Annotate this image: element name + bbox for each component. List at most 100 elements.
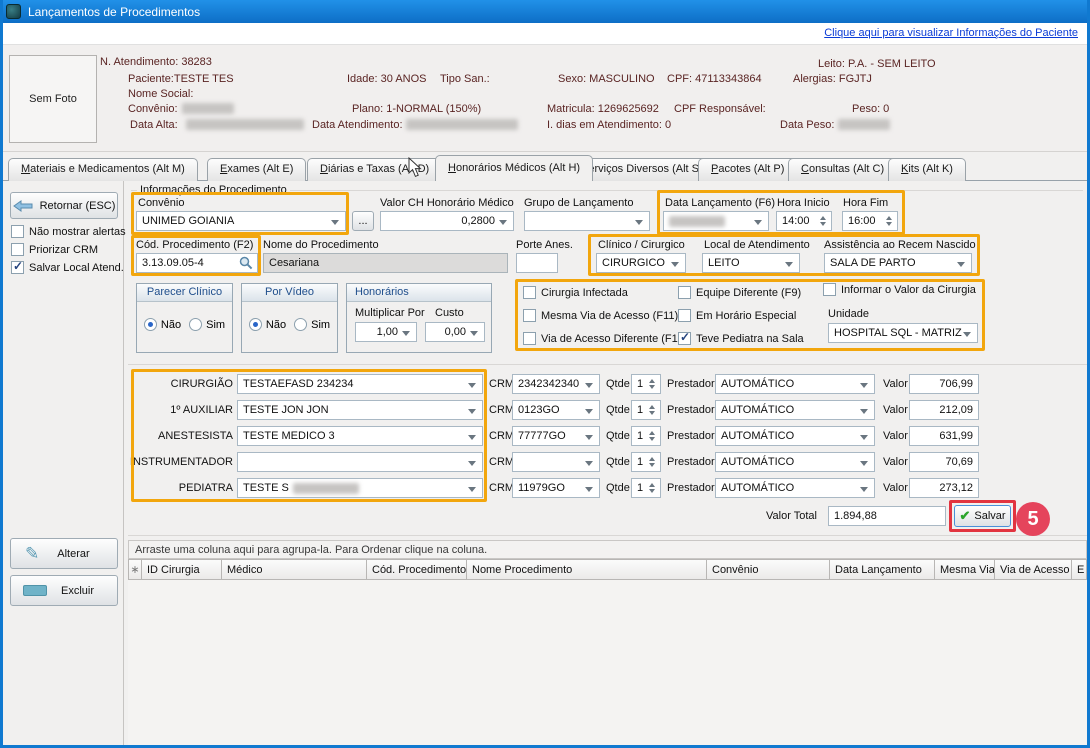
grid-header-row: ∗ ID Cirurgia Médico Cód. Procedimento N… bbox=[128, 559, 1087, 580]
cirurgiao-prestador-combo[interactable]: AUTOMÁTICO bbox=[715, 374, 875, 394]
valor-ch-label: Valor CH Honorário Médico bbox=[380, 197, 514, 209]
grid-corner-icon: ∗ bbox=[128, 559, 142, 580]
auxiliar-valor-field[interactable]: 212,09 bbox=[909, 400, 979, 420]
cirurgiao-combo[interactable]: TESTAEFASD 234234 bbox=[237, 374, 483, 394]
convenio-combo[interactable]: UNIMED GOIANIA bbox=[136, 211, 346, 231]
pediatra-prestador-combo[interactable]: AUTOMÁTICO bbox=[715, 478, 875, 498]
checkbox-priorizar-crm[interactable]: Priorizar CRM bbox=[11, 243, 98, 256]
checkbox-cirurgia-infectada[interactable]: Cirurgia Infectada bbox=[523, 286, 628, 299]
crm-label: CRM bbox=[489, 430, 514, 442]
checkbox-equipe-diferente[interactable]: Equipe Diferente (F9) bbox=[678, 286, 801, 299]
honorarios-title: Honorários bbox=[347, 284, 491, 302]
search-icon[interactable] bbox=[239, 256, 253, 270]
divider bbox=[128, 535, 1087, 536]
auxiliar-crm-combo[interactable]: 0123GO bbox=[512, 400, 600, 420]
anestesista-qtde-spinner[interactable]: 1 bbox=[631, 426, 661, 446]
hora-inicio-spinner[interactable]: 14:00 bbox=[776, 211, 832, 231]
qtde-label: Qtde bbox=[606, 430, 630, 442]
excluir-button[interactable]: Excluir bbox=[10, 575, 118, 606]
unidade-combo[interactable]: HOSPITAL SQL - MATRIZ bbox=[828, 323, 978, 343]
col-data-lancamento[interactable]: Data Lançamento bbox=[830, 559, 935, 580]
instrumentador-crm-combo[interactable] bbox=[512, 452, 600, 472]
col-mesma-via[interactable]: Mesma Via de Acesso bbox=[935, 559, 995, 580]
tab-kits[interactable]: Kits (Alt K) bbox=[888, 158, 966, 181]
retornar-button[interactable]: Retornar (ESC) bbox=[10, 192, 118, 219]
auxiliar-qtde-spinner[interactable]: 1 bbox=[631, 400, 661, 420]
checkbox-informar-valor-cirurgia[interactable]: Informar o Valor da Cirurgia bbox=[823, 283, 976, 296]
hora-fim-spinner[interactable]: 16:00 bbox=[842, 211, 898, 231]
salvar-button[interactable]: ✔ Salvar bbox=[954, 505, 1011, 527]
custo-field[interactable]: 0,00 bbox=[425, 322, 485, 342]
data-peso: Data Peso: bbox=[780, 119, 834, 131]
grupo-lancamento-combo[interactable] bbox=[524, 211, 650, 231]
checkbox-via-acesso-diferente[interactable]: Via de Acesso Diferente (F12) bbox=[523, 332, 688, 345]
pediatra-crm-combo[interactable]: 11979GO bbox=[512, 478, 600, 498]
instrumentador-combo[interactable] bbox=[237, 452, 483, 472]
plano: Plano: 1-NORMAL (150%) bbox=[352, 103, 481, 115]
group-title: Informações do Procedimento bbox=[137, 184, 290, 196]
video-sim-radio[interactable]: Sim bbox=[294, 318, 330, 331]
radio-icon bbox=[249, 318, 262, 331]
anestesista-crm-combo[interactable]: 77777GO bbox=[512, 426, 600, 446]
col-nome-procedimento[interactable]: Nome Procedimento bbox=[467, 559, 707, 580]
instrumentador-valor-field[interactable]: 70,69 bbox=[909, 452, 979, 472]
checkbox-em-horario-especial[interactable]: Em Horário Especial bbox=[678, 309, 796, 322]
auxiliar-prestador-combo[interactable]: AUTOMÁTICO bbox=[715, 400, 875, 420]
col-medico[interactable]: Médico bbox=[222, 559, 367, 580]
patient-info-link[interactable]: Clique aqui para visualizar Informações … bbox=[824, 27, 1078, 39]
tab-honorarios-medicos[interactable]: Honorários Médicos (Alt H) bbox=[435, 155, 593, 181]
parecer-sim-radio[interactable]: Sim bbox=[189, 318, 225, 331]
video-nao-radio[interactable]: Não bbox=[249, 318, 286, 331]
col-truncated[interactable]: E bbox=[1072, 559, 1087, 580]
col-cod-procedimento[interactable]: Cód. Procedimento bbox=[367, 559, 467, 580]
valor-ch-field[interactable]: 0,2800 bbox=[380, 211, 514, 231]
checkbox-salvar-local-atend[interactable]: Salvar Local Atend. bbox=[11, 261, 124, 274]
tab-exames[interactable]: Exames (Alt E) bbox=[207, 158, 306, 181]
anestesista-valor-field[interactable]: 631,99 bbox=[909, 426, 979, 446]
crm-label: CRM bbox=[489, 378, 514, 390]
tab-materiais[interactable]: Materiais e Medicamentos (Alt M) bbox=[8, 158, 198, 181]
anestesista-combo[interactable]: TESTE MEDICO 3 bbox=[237, 426, 483, 446]
clinico-cirurgico-combo[interactable]: CIRURGICO bbox=[596, 253, 686, 273]
instrumentador-qtde-spinner[interactable]: 1 bbox=[631, 452, 661, 472]
local-atendimento-combo[interactable]: LEITO bbox=[702, 253, 800, 273]
crm-label: CRM bbox=[489, 482, 514, 494]
checkbox-nao-mostrar-alertas[interactable]: Não mostrar alertas bbox=[11, 225, 126, 238]
tab-diarias[interactable]: Diárias e Taxas (Alt D) bbox=[307, 158, 442, 181]
role-label: INSTRUMENTADOR bbox=[129, 456, 233, 468]
parecer-nao-radio[interactable]: Não bbox=[144, 318, 181, 331]
app-icon bbox=[6, 4, 21, 19]
auxiliar-combo[interactable]: TESTE JON JON bbox=[237, 400, 483, 420]
col-via-de-acesso[interactable]: Via de Acesso bbox=[995, 559, 1072, 580]
col-convenio[interactable]: Convênio bbox=[707, 559, 830, 580]
valor-label: Valor bbox=[883, 404, 908, 416]
data-lancamento-combo[interactable] bbox=[663, 211, 769, 231]
nome-social: Nome Social: bbox=[128, 88, 193, 100]
convenio-header: Convênio: bbox=[128, 103, 178, 115]
tab-consultas[interactable]: Consultas (Alt C) bbox=[788, 158, 897, 181]
grid-body-empty[interactable] bbox=[128, 580, 1087, 745]
anestesista-prestador-combo[interactable]: AUTOMÁTICO bbox=[715, 426, 875, 446]
honorarios-panel: Honorários Multiplicar Por Custo 1,00 0,… bbox=[346, 283, 492, 353]
instrumentador-prestador-combo[interactable]: AUTOMÁTICO bbox=[715, 452, 875, 472]
cirurgiao-valor-field[interactable]: 706,99 bbox=[909, 374, 979, 394]
checkbox-teve-pediatra[interactable]: Teve Pediatra na Sala bbox=[678, 332, 804, 345]
assistencia-combo[interactable]: SALA DE PARTO bbox=[824, 253, 972, 273]
pediatra-combo[interactable]: TESTE S bbox=[237, 478, 483, 498]
porte-anes-field[interactable] bbox=[516, 253, 558, 273]
left-arrow-icon bbox=[13, 200, 33, 212]
check-icon: ✔ bbox=[959, 508, 970, 524]
multiplicar-field[interactable]: 1,00 bbox=[355, 322, 417, 342]
cirurgiao-crm-combo[interactable]: 2342342340 bbox=[512, 374, 600, 394]
more-button[interactable]: ... bbox=[352, 211, 374, 231]
cirurgiao-qtde-spinner[interactable]: 1 bbox=[631, 374, 661, 394]
valor-total-field: 1.894,88 bbox=[828, 506, 946, 526]
pediatra-qtde-spinner[interactable]: 1 bbox=[631, 478, 661, 498]
col-id-cirurgia[interactable]: ID Cirurgia bbox=[142, 559, 222, 580]
tab-pacotes[interactable]: Pacotes (Alt P) bbox=[698, 158, 797, 181]
pediatra-valor-field[interactable]: 273,12 bbox=[909, 478, 979, 498]
qtde-label: Qtde bbox=[606, 404, 630, 416]
alterar-button[interactable]: ✎ Alterar bbox=[10, 538, 118, 569]
checkbox-mesma-via-acesso[interactable]: Mesma Via de Acesso (F11) bbox=[523, 309, 678, 322]
grid-group-hint: Arraste uma coluna aqui para agrupa-la. … bbox=[128, 540, 1087, 559]
